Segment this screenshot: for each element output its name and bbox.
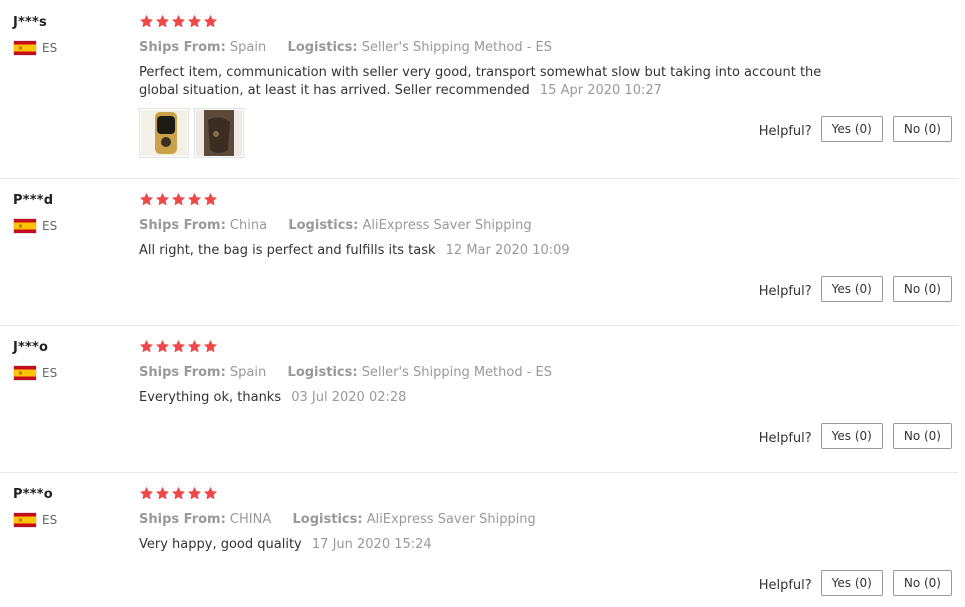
ships-from-label: Ships From:: [139, 218, 226, 233]
helpful-yes-button[interactable]: Yes (0): [820, 423, 883, 449]
helpful-label: Helpful?: [758, 123, 812, 139]
logistics-value: AliExpress Saver Shipping: [366, 512, 536, 527]
review-text: All right, the bag is perfect and fulfil…: [139, 242, 829, 260]
star-icon: [203, 339, 218, 353]
spain-flag-icon: [13, 218, 37, 234]
shipping-info: Ships From: Spain Logistics: Seller's Sh…: [139, 365, 552, 380]
star-icon: [139, 192, 154, 206]
reviewer-name: P***o: [13, 487, 53, 502]
logistics-label: Logistics:: [287, 40, 358, 55]
reviewer-country: ES: [13, 40, 57, 56]
review-body: Very happy, good quality: [139, 537, 302, 552]
photo-icon: [141, 110, 187, 156]
country-code: ES: [42, 366, 58, 380]
star-rating: [139, 486, 218, 501]
reviewer-country: ES: [13, 218, 57, 234]
review-item: P***o ES Ships From: CHINA Logistics: Al…: [0, 472, 965, 607]
helpful-votes: Helpful? Yes (0) No (0): [759, 423, 952, 449]
helpful-no-button[interactable]: No (0): [892, 276, 952, 302]
ships-from-label: Ships From:: [139, 512, 226, 527]
reviewer-name: J***s: [13, 15, 47, 30]
shipping-info: Ships From: Spain Logistics: Seller's Sh…: [139, 40, 552, 55]
spain-flag-icon: [13, 365, 37, 381]
helpful-votes: Helpful? Yes (0) No (0): [759, 570, 952, 596]
star-icon: [187, 486, 202, 500]
review-body: Everything ok, thanks: [139, 390, 282, 405]
review-item: J***o ES Ships From: Spain Logistics: Se…: [0, 325, 965, 472]
ships-from-label: Ships From:: [139, 40, 226, 55]
logistics-value: Seller's Shipping Method - ES: [361, 365, 553, 380]
star-icon: [155, 339, 170, 353]
star-icon: [155, 192, 170, 206]
star-icon: [171, 339, 186, 353]
helpful-no-button[interactable]: No (0): [892, 423, 952, 449]
star-icon: [203, 14, 218, 28]
review-date: 12 Mar 2020 10:09: [445, 243, 570, 258]
star-icon: [187, 339, 202, 353]
star-rating: [139, 339, 218, 354]
logistics-label: Logistics:: [292, 512, 363, 527]
spain-flag-icon: [13, 512, 37, 528]
star-icon: [203, 486, 218, 500]
star-icon: [187, 14, 202, 28]
helpful-no-button[interactable]: No (0): [892, 570, 952, 596]
star-icon: [139, 486, 154, 500]
star-icon: [203, 192, 218, 206]
review-text: Everything ok, thanks 03 Jul 2020 02:28: [139, 389, 829, 407]
star-icon: [187, 192, 202, 206]
review-item: J***s ES Ships From: Spain Logistics: Se…: [0, 0, 965, 178]
review-date: 15 Apr 2020 10:27: [539, 83, 662, 98]
star-icon: [155, 14, 170, 28]
helpful-label: Helpful?: [758, 430, 812, 446]
shipping-info: Ships From: China Logistics: AliExpress …: [139, 218, 532, 233]
reviewer-country: ES: [13, 365, 57, 381]
star-icon: [171, 192, 186, 206]
logistics-label: Logistics:: [288, 218, 359, 233]
reviewer-name: J***o: [13, 340, 49, 355]
ships-from-value: Spain: [229, 40, 267, 55]
review-body: All right, the bag is perfect and fulfil…: [139, 243, 436, 258]
shipping-info: Ships From: CHINA Logistics: AliExpress …: [139, 512, 536, 527]
ships-from-value: Spain: [229, 365, 267, 380]
helpful-label: Helpful?: [758, 577, 812, 593]
helpful-yes-button[interactable]: Yes (0): [820, 570, 883, 596]
star-icon: [139, 339, 154, 353]
star-icon: [139, 14, 154, 28]
review-photo-thumbnail[interactable]: [194, 108, 244, 158]
helpful-votes: Helpful? Yes (0) No (0): [759, 116, 952, 142]
helpful-label: Helpful?: [758, 283, 812, 299]
ships-from-label: Ships From:: [139, 365, 226, 380]
reviewer-country: ES: [13, 512, 57, 528]
review-body: Perfect item, communication with seller …: [139, 65, 822, 98]
logistics-label: Logistics:: [287, 365, 358, 380]
star-icon: [171, 486, 186, 500]
review-text: Very happy, good quality 17 Jun 2020 15:…: [139, 536, 829, 554]
country-code: ES: [42, 219, 58, 233]
review-text: Perfect item, communication with seller …: [139, 64, 829, 100]
review-photos: [139, 108, 244, 158]
star-rating: [139, 192, 218, 207]
review-photo-thumbnail[interactable]: [139, 108, 189, 158]
review-date: 03 Jul 2020 02:28: [291, 390, 407, 405]
ships-from-value: CHINA: [229, 512, 272, 527]
logistics-value: Seller's Shipping Method - ES: [361, 40, 553, 55]
reviewer-name: P***d: [13, 193, 54, 208]
spain-flag-icon: [13, 40, 37, 56]
star-rating: [139, 14, 218, 29]
star-icon: [155, 486, 170, 500]
country-code: ES: [42, 513, 58, 527]
ships-from-value: China: [229, 218, 268, 233]
review-date: 17 Jun 2020 15:24: [311, 537, 432, 552]
helpful-yes-button[interactable]: Yes (0): [820, 276, 883, 302]
helpful-no-button[interactable]: No (0): [892, 116, 952, 142]
country-code: ES: [42, 41, 58, 55]
logistics-value: AliExpress Saver Shipping: [362, 218, 532, 233]
photo-icon: [196, 110, 242, 156]
star-icon: [171, 14, 186, 28]
review-item: P***d ES Ships From: China Logistics: Al…: [0, 178, 965, 325]
helpful-votes: Helpful? Yes (0) No (0): [759, 276, 952, 302]
helpful-yes-button[interactable]: Yes (0): [820, 116, 883, 142]
